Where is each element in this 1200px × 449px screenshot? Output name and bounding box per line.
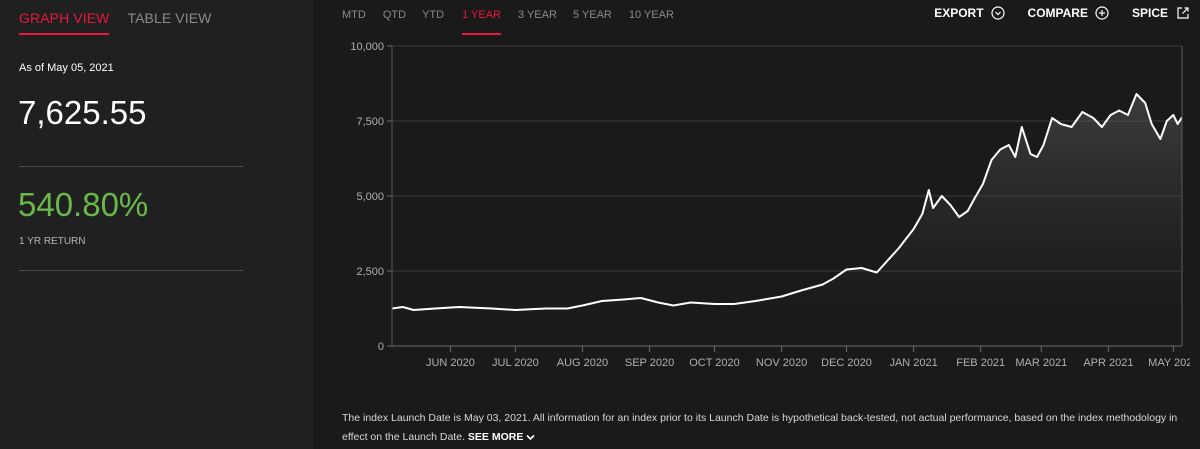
y-tick-label: 5,000 — [356, 191, 384, 203]
launch-date-disclaimer: The index Launch Date is May 03, 2021. A… — [342, 409, 1192, 447]
x-tick-label: JUN 2020 — [426, 357, 475, 369]
summary-panel: GRAPH VIEW TABLE VIEW As of May 05, 2021… — [0, 0, 313, 449]
return-value: 540.80% — [18, 186, 149, 223]
view-tabs: GRAPH VIEW TABLE VIEW — [19, 6, 229, 36]
plus-circle-icon — [1095, 5, 1110, 20]
tab-graph-view[interactable]: GRAPH VIEW — [19, 6, 110, 35]
export-label: EXPORT — [934, 5, 984, 20]
x-tick-label: JUL 2020 — [492, 357, 539, 369]
external-link-icon — [1175, 5, 1190, 20]
export-button[interactable]: EXPORT — [934, 5, 1005, 20]
y-tick-label: 0 — [378, 341, 384, 353]
see-more-link[interactable]: SEE MORE — [468, 431, 535, 443]
spice-label: SPICE — [1131, 5, 1168, 20]
x-tick-label: AUG 2020 — [557, 357, 608, 369]
compare-button[interactable]: COMPARE — [1028, 5, 1110, 20]
see-more-label: SEE MORE — [467, 431, 524, 443]
x-tick-label: JAN 2021 — [889, 357, 937, 369]
performance-chart[interactable]: 0 2,500 5,000 7,500 10,000 JUN 2020 JUL 2020 AU… — [330, 30, 1190, 375]
chart-actions: EXPORT COMPARE SPICE — [912, 5, 1190, 20]
as-of-date: As of May 05, 2021 — [19, 62, 114, 74]
index-value: 7,625.55 — [18, 94, 147, 131]
divider — [19, 270, 243, 271]
y-tick-label: 7,500 — [356, 116, 384, 128]
chart-area-fill — [392, 94, 1182, 346]
x-tick-label: FEB 2021 — [956, 357, 1005, 369]
chevron-down-icon — [526, 431, 535, 443]
x-tick-label: NOV 2020 — [756, 357, 807, 369]
x-tick-label: SEP 2020 — [625, 357, 674, 369]
x-tick-label: MAY 2021 — [1148, 357, 1190, 369]
y-tick-label: 10,000 — [350, 41, 384, 53]
x-tick-label: OCT 2020 — [689, 357, 740, 369]
x-tick-label: MAR 2021 — [1015, 357, 1067, 369]
divider — [19, 166, 243, 167]
x-tick-label: APR 2021 — [1083, 357, 1133, 369]
compare-label: COMPARE — [1027, 5, 1088, 20]
tab-table-view[interactable]: TABLE VIEW — [127, 6, 211, 35]
x-tick-label: DEC 2020 — [821, 357, 872, 369]
chevron-down-circle-icon — [991, 5, 1006, 20]
y-tick-label: 2,500 — [356, 266, 384, 278]
return-label: 1 YR RETURN — [19, 236, 86, 247]
spice-button[interactable]: SPICE — [1132, 5, 1190, 20]
